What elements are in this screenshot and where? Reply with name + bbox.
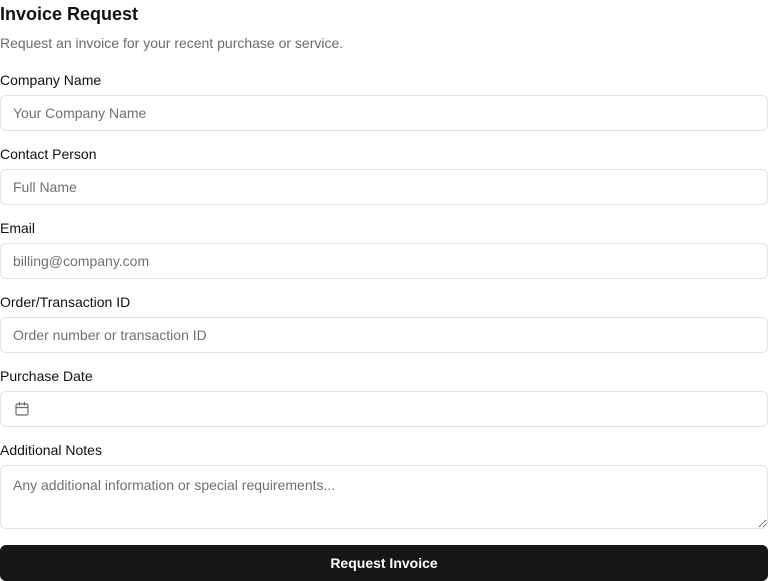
order-id-input[interactable] (0, 317, 768, 353)
order-id-label: Order/Transaction ID (0, 294, 131, 310)
email-input[interactable] (0, 243, 768, 279)
contact-person-input[interactable] (0, 169, 768, 205)
additional-notes-label: Additional Notes (0, 442, 102, 458)
purchase-date-label: Purchase Date (0, 368, 93, 384)
email-label: Email (0, 220, 36, 236)
contact-person-label: Contact Person (0, 146, 97, 162)
purchase-date-picker[interactable] (0, 391, 768, 427)
form-subtitle: Request an invoice for your recent purch… (0, 35, 344, 51)
company-name-input[interactable] (0, 95, 768, 131)
request-invoice-button[interactable]: Request Invoice (0, 545, 768, 581)
company-name-label: Company Name (0, 72, 102, 88)
calendar-icon (14, 401, 30, 417)
form-title: Invoice Request (0, 4, 139, 24)
additional-notes-textarea[interactable] (0, 465, 768, 529)
